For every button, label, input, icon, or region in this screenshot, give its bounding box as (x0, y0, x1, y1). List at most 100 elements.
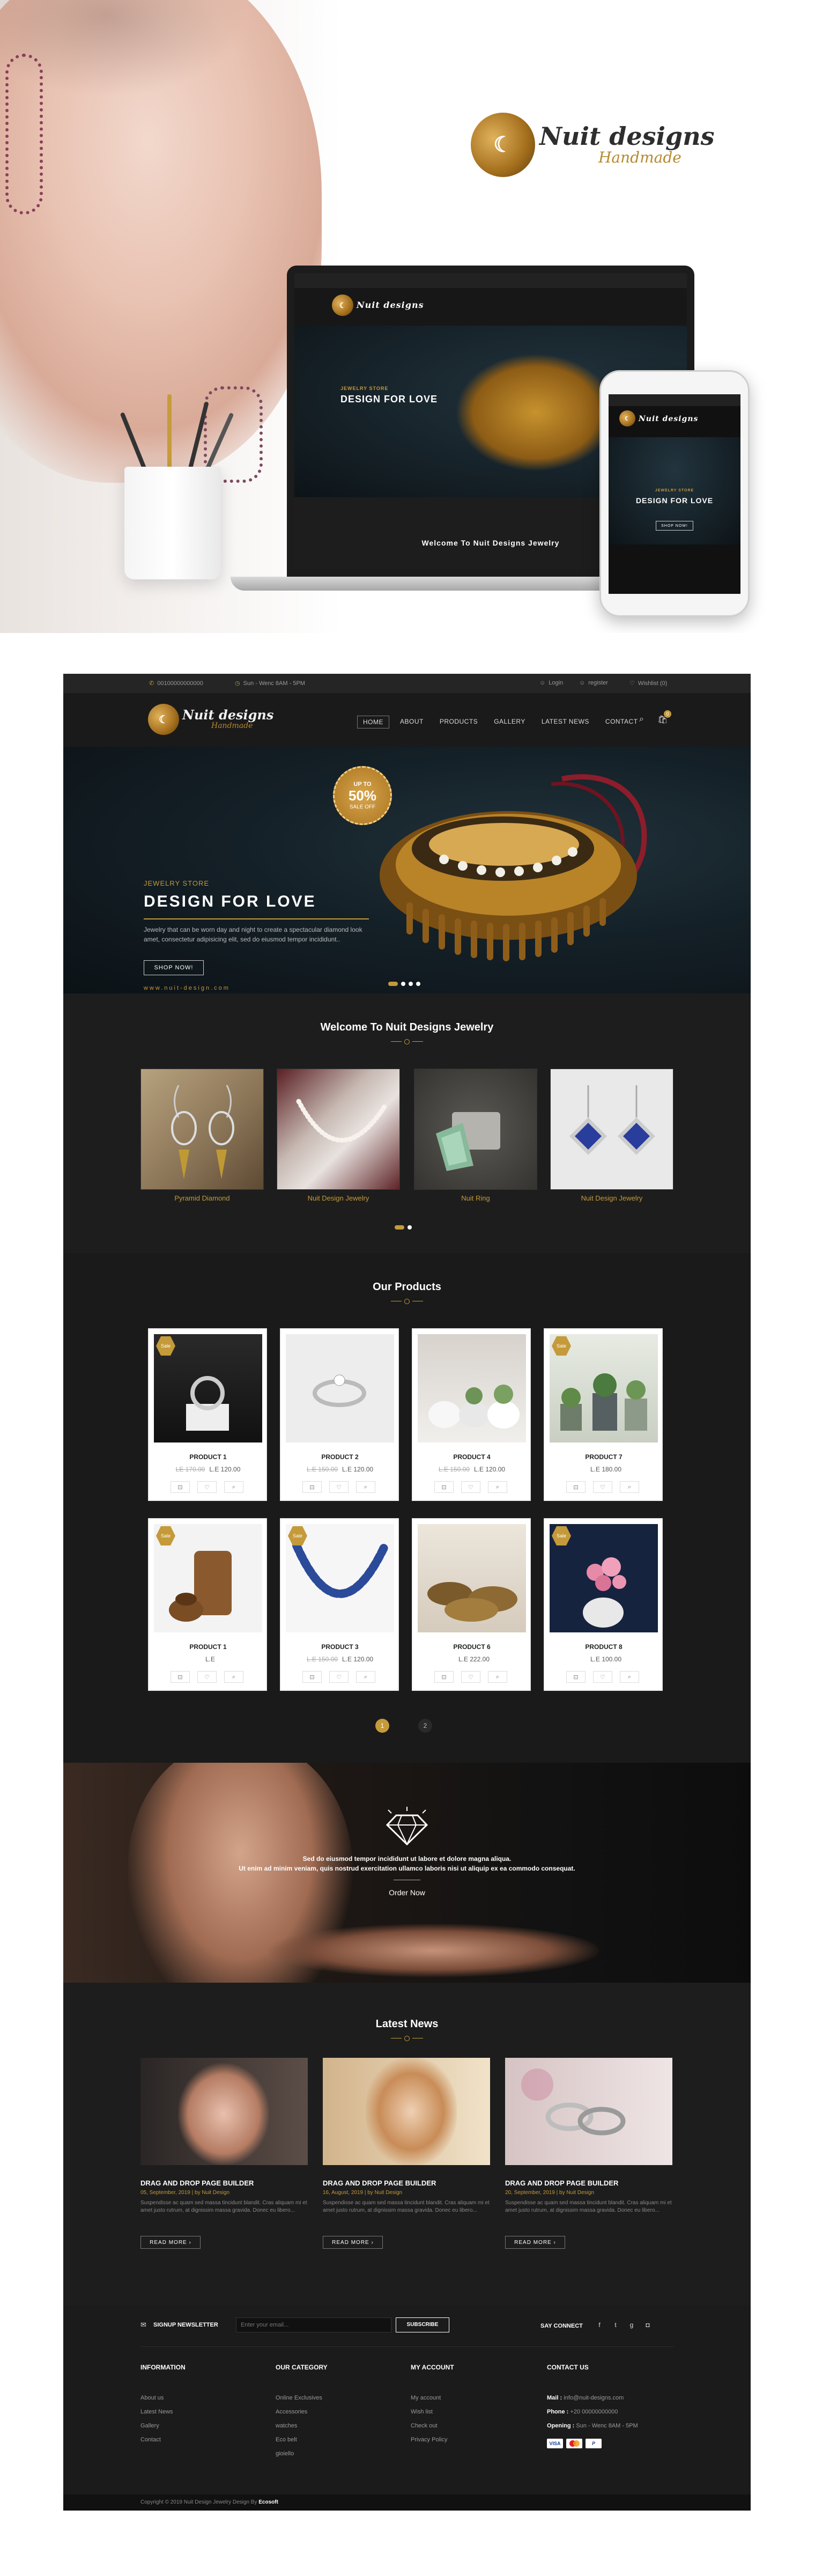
login-link[interactable]: ☺ Login (539, 680, 563, 686)
heart-icon[interactable]: ♡ (197, 1481, 217, 1493)
nav-home[interactable]: HOME (357, 716, 389, 728)
news-image[interactable] (140, 2058, 308, 2165)
search-icon[interactable]: ⌕ (639, 715, 644, 724)
product-name: PRODUCT 7 (585, 1453, 623, 1461)
google-plus-icon[interactable]: g (625, 2319, 638, 2331)
news-image[interactable] (505, 2058, 672, 2165)
footer-link[interactable]: Accessories (276, 2409, 307, 2415)
product-card[interactable]: PRODUCT 4 L.E 150.00 L.E 120.00 ⊡ ♡ ⌕ (412, 1328, 531, 1501)
footer-link[interactable]: gioiello (276, 2450, 294, 2457)
site-logo[interactable]: ☾ Nuit designs Handmade (148, 704, 273, 735)
search-icon[interactable]: ⌕ (488, 1671, 507, 1683)
nav-latest-news[interactable]: LATEST NEWS (536, 716, 595, 728)
read-more-button[interactable]: READ MORE › (140, 2236, 201, 2249)
news-card: DRAG AND DROP PAGE BUILDER 20, September… (505, 2058, 672, 2262)
footer-link[interactable]: About us (140, 2395, 164, 2401)
product-card[interactable]: Sale PRODUCT 8 L.E 100.00 ⊡ ♡ ⌕ (544, 1518, 663, 1691)
cart-icon[interactable]: ⊡ (434, 1481, 454, 1493)
page-1[interactable]: 1 (375, 1719, 389, 1733)
news-image[interactable] (323, 2058, 490, 2165)
instagram-icon[interactable]: ◘ (641, 2319, 654, 2331)
title-divider (391, 1039, 423, 1045)
wishlist-link[interactable]: ♡ Wishlist (0) (629, 680, 667, 687)
category-card[interactable] (277, 1069, 400, 1190)
category-label[interactable]: Nuit Ring (414, 1194, 537, 1202)
mail-value[interactable]: info@nuit-designs.com (564, 2395, 624, 2401)
cart-icon[interactable]: ⊡ (302, 1671, 322, 1683)
product-card[interactable]: Sale PRODUCT 3 L.E 150.00 L.E 120.00 ⊡ ♡ ⌕ (280, 1518, 399, 1691)
read-more-button[interactable]: READ MORE › (505, 2236, 565, 2249)
search-icon[interactable]: ⌕ (356, 1481, 375, 1493)
category-label[interactable]: Pyramid Diamond (140, 1194, 264, 1202)
category-card[interactable] (140, 1069, 264, 1190)
product-card[interactable]: PRODUCT 6 L.E 222.00 ⊡ ♡ ⌕ (412, 1518, 531, 1691)
footer-link[interactable]: Latest News (140, 2409, 173, 2415)
search-icon[interactable]: ⌕ (224, 1481, 243, 1493)
register-link[interactable]: ☺ register (579, 680, 608, 686)
search-icon[interactable]: ⌕ (620, 1481, 639, 1493)
shop-now-button[interactable]: SHOP NOW! (144, 960, 204, 975)
heart-icon[interactable]: ♡ (593, 1481, 612, 1493)
nav-about[interactable]: ABOUT (395, 716, 429, 728)
cart-icon[interactable]: ⊡ (171, 1481, 190, 1493)
footer-link[interactable]: My account (411, 2395, 441, 2401)
product-card[interactable]: Sale PRODUCT 1 L.E ⊡ ♡ ⌕ (148, 1518, 267, 1691)
product-price: L.E 150.00 L.E 120.00 (412, 1466, 531, 1473)
slider-dot[interactable] (401, 982, 405, 986)
search-icon[interactable]: ⌕ (620, 1671, 639, 1683)
newsletter-email-input[interactable] (236, 2317, 391, 2332)
cart-icon[interactable]: ⊡ (171, 1671, 190, 1683)
slider-dot[interactable] (416, 982, 420, 986)
heart-icon[interactable]: ♡ (593, 1671, 612, 1683)
product-card[interactable]: Sale PRODUCT 1 LE 170.00 L.E 120.00 ⊡ ♡ ⌕ (148, 1328, 267, 1501)
heart-icon[interactable]: ♡ (329, 1481, 349, 1493)
page-2[interactable]: 2 (418, 1719, 432, 1733)
slider-dot[interactable] (395, 1225, 404, 1230)
heart-icon[interactable]: ♡ (461, 1671, 480, 1683)
nav-gallery[interactable]: GALLERY (488, 716, 531, 728)
search-icon[interactable]: ⌕ (224, 1671, 243, 1683)
category-label[interactable]: Nuit Design Jewelry (277, 1194, 400, 1202)
subscribe-button[interactable]: SUBSCRIBE (396, 2317, 449, 2332)
heart-icon[interactable]: ♡ (461, 1481, 480, 1493)
order-now-button[interactable]: Order Now (353, 1888, 461, 1897)
nav-products[interactable]: PRODUCTS (434, 716, 483, 728)
category-card[interactable] (550, 1069, 673, 1190)
cart-icon[interactable]: ⊡ (302, 1481, 322, 1493)
slider-dot[interactable] (409, 982, 413, 986)
slider-dot[interactable] (408, 1225, 412, 1230)
footer-link[interactable]: Wish list (411, 2409, 433, 2415)
product-card[interactable]: PRODUCT 2 L.E 150.00 L.E 120.00 ⊡ ♡ ⌕ (280, 1328, 399, 1501)
cart-icon[interactable]: ⊡ (434, 1671, 454, 1683)
news-title[interactable]: DRAG AND DROP PAGE BUILDER (505, 2179, 618, 2187)
nav-contact[interactable]: CONTACT (600, 716, 643, 728)
footer-link[interactable]: watches (276, 2423, 297, 2429)
heart-icon[interactable]: ♡ (329, 1671, 349, 1683)
laptop-logo-text: Nuit designs (357, 300, 424, 310)
heart-icon[interactable]: ♡ (197, 1671, 217, 1683)
cart-icon[interactable]: ⊡ (566, 1481, 586, 1493)
search-icon[interactable]: ⌕ (356, 1671, 375, 1683)
category-label[interactable]: Nuit Design Jewelry (550, 1194, 673, 1202)
footer-link[interactable]: Check out (411, 2423, 438, 2429)
cart-icon[interactable]: ⊡ (566, 1671, 586, 1683)
twitter-icon[interactable]: t (609, 2319, 622, 2331)
copyright-brand[interactable]: Ecosoft (258, 2499, 278, 2505)
footer-link[interactable]: Gallery (140, 2423, 159, 2429)
footer-link[interactable]: Online Exclusives (276, 2395, 322, 2401)
search-icon[interactable]: ⌕ (488, 1481, 507, 1493)
read-more-button[interactable]: READ MORE › (323, 2236, 383, 2249)
phone-shop-button[interactable]: SHOP NOW! (656, 521, 693, 531)
read-more-label: READ MORE (332, 2239, 369, 2246)
news-title[interactable]: DRAG AND DROP PAGE BUILDER (323, 2179, 436, 2187)
sale-badge-top: UP TO (353, 781, 372, 787)
footer-link[interactable]: Eco belt (276, 2437, 297, 2443)
facebook-icon[interactable]: f (593, 2319, 606, 2331)
footer-link[interactable]: Privacy Policy (411, 2437, 447, 2443)
product-card[interactable]: Sale PRODUCT 7 L.E 180.00 ⊡ ♡ ⌕ (544, 1328, 663, 1501)
slider-dot[interactable] (388, 982, 398, 986)
sale-badge-value: 50% (348, 787, 377, 804)
footer-link[interactable]: Contact (140, 2437, 161, 2443)
news-title[interactable]: DRAG AND DROP PAGE BUILDER (140, 2179, 254, 2187)
category-card[interactable] (414, 1069, 537, 1190)
